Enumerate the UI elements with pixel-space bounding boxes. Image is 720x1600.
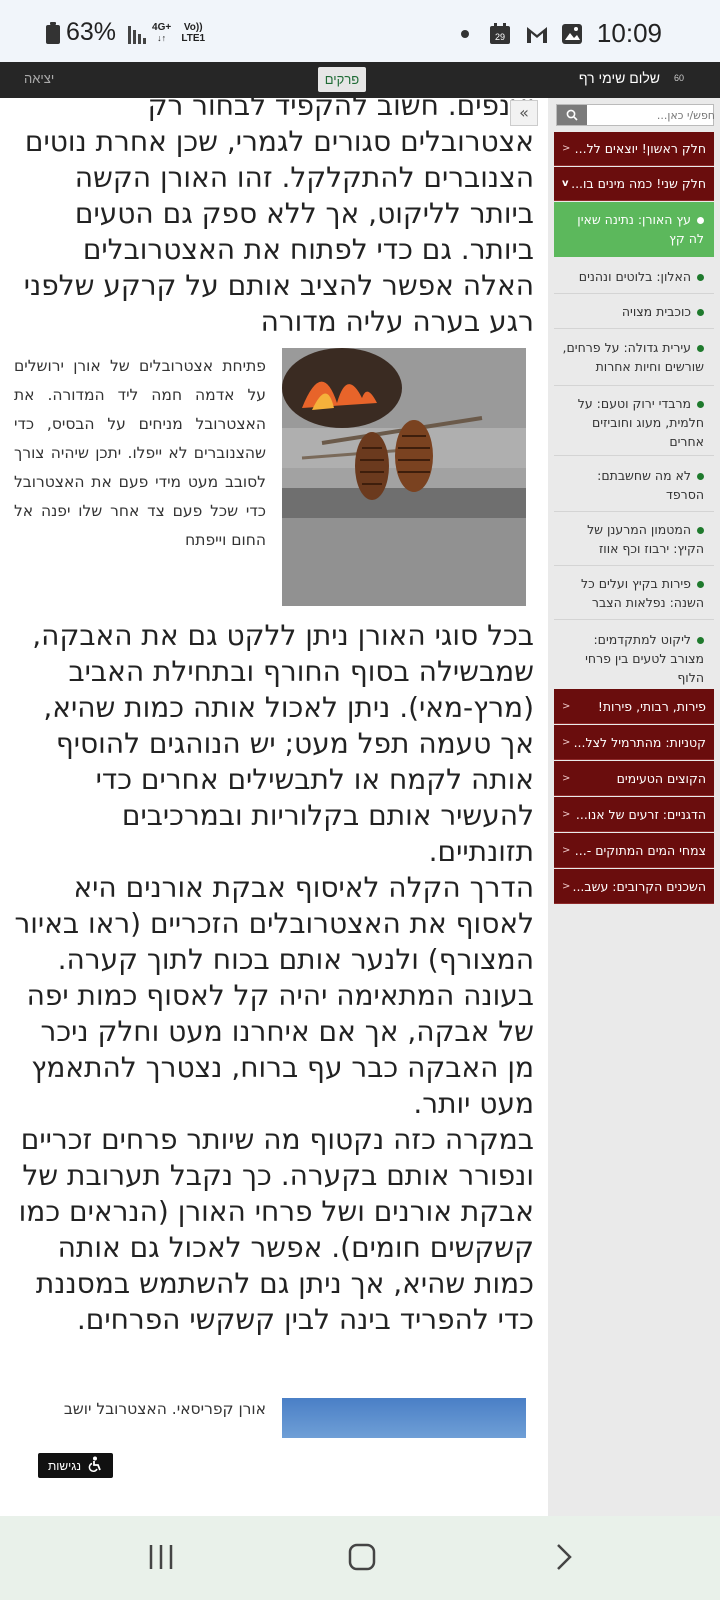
chevron-left-icon: < [562, 700, 571, 712]
sidebar-item-label: כוכבית מצויה [621, 304, 691, 319]
status-bar: 63% 4G+ ↓↑ Vo)) LTE1 29 10:09 [0, 0, 720, 62]
figure: פתיחת אצטרובלים של אורן ירושלים על אדמה … [0, 348, 548, 618]
search-icon [566, 109, 578, 121]
bullet-icon [697, 309, 704, 316]
search-box [556, 104, 719, 126]
network-type: 4G+ ↓↑ [152, 21, 172, 43]
article-paragraph: יענפים. חשוב להקפיד לבחור רק אצטרובלים ס… [23, 98, 534, 338]
sidebar-item-label: חלק ראשון! יוצאים לל... [574, 141, 706, 156]
gmail-icon [525, 23, 547, 45]
sidebar-item-active[interactable]: עץ האורן: נתינה שאין לה קץ [554, 202, 714, 257]
article-content: יענפים. חשוב להקפיד לבחור רק אצטרובלים ס… [0, 98, 548, 1516]
system-nav-bar [0, 1516, 720, 1600]
sidebar-item-label: המטמון המרענן של הקיץ: ירבוז וכף אווז [587, 522, 704, 556]
sidebar-item-label: לא מה שחשבתם: הסרפד [597, 468, 704, 502]
sidebar-item-label: צמחי המים המתוקים -... [574, 842, 706, 858]
sidebar-item-label: הקוצים הטעימים [616, 770, 706, 786]
bullet-icon [697, 274, 704, 281]
user-greeting: שלום שימי רף [578, 70, 660, 86]
article-paragraph: במקרה כזה נקטוף מה שיותר פרחים זכריים ונ… [18, 1123, 534, 1336]
sidebar-item-label: עירית גדולה: על פרחים, שורשים וחיות אחרו… [562, 340, 705, 374]
cypress-pine-image[interactable] [282, 1398, 526, 1438]
accessibility-label: נגישות [47, 1458, 82, 1473]
bullet-icon [697, 345, 704, 352]
bullet-icon [697, 217, 704, 224]
sidebar-item[interactable]: המטמון המרענן של הקיץ: ירבוז וכף אווז [554, 516, 714, 566]
sidebar-item-label: הדגניים: זרעים של אנו... [575, 806, 706, 822]
chevron-right-icon [557, 1544, 572, 1570]
notification-dot-icon [460, 29, 469, 38]
sidebar-item-label: השכנים הקרובים: עשב... [572, 878, 706, 894]
pinecones-fire-image[interactable] [282, 348, 526, 606]
figure-caption-2: אורן קפריסאי. האצטרובל יושב [63, 1400, 266, 1418]
sidebar-item[interactable]: האלון: בלוטים ונהנים [554, 260, 714, 294]
sidebar-item[interactable]: מרבדי ירוק וטעם: על חלמית, מעוג וחוביזים… [554, 390, 714, 456]
search-input[interactable] [589, 105, 719, 125]
sidebar-section[interactable]: קטניות: מהתרמיל לצל... < [554, 725, 714, 760]
svg-text:29: 29 [495, 32, 505, 42]
sidebar-item[interactable]: עירית גדולה: על פרחים, שורשים וחיות אחרו… [554, 334, 714, 386]
signal-icon [128, 22, 147, 44]
sidebar-item-label: קטניות: מהתרמיל לצל... [573, 734, 706, 750]
volte-label: Vo)) LTE1 [181, 21, 206, 44]
figure-caption: פתיחת אצטרובלים של אורן ירושלים על אדמה … [14, 357, 266, 549]
status-left: 63% 4G+ ↓↑ Vo)) LTE1 [46, 18, 209, 47]
sidebar-item-label: האלון: בלוטים ונהנים [578, 269, 691, 284]
sidebar-section[interactable]: הדגניים: זרעים של אנו... < [554, 797, 714, 832]
chevron-left-icon: < [562, 736, 571, 748]
sidebar-item-label: ליקוט למתקדמים: מצורב לטעים בין פרחי הלו… [585, 632, 704, 685]
sidebar-part-2[interactable]: חלק שני! כמה מינים בו... v [554, 167, 714, 201]
home-icon [348, 1543, 376, 1571]
home-button[interactable] [347, 1542, 377, 1576]
chevron-left-icon: < [562, 844, 571, 856]
sidebar-item-label: פירות בקיץ ועלים כל השנה: נפלאות הצבר [581, 576, 704, 610]
recent-apps-button[interactable] [146, 1542, 176, 1576]
chapters-button[interactable]: פרקים [318, 67, 366, 92]
logout-link[interactable]: יציאה [24, 71, 54, 86]
back-button[interactable] [550, 1542, 580, 1576]
top-nav: יציאה פרקים שלום שימי רף 60 [0, 62, 720, 98]
sidebar-section[interactable]: הקוצים הטעימים < [554, 761, 714, 796]
sidebar-item-label: עץ האורן: נתינה שאין לה קץ [577, 212, 704, 246]
sidebar-item[interactable]: פירות בקיץ ועלים כל השנה: נפלאות הצבר [554, 570, 714, 620]
status-right: 29 10:09 [460, 18, 662, 49]
search-button[interactable] [557, 105, 587, 125]
sidebar-item[interactable]: לא מה שחשבתם: הסרפד [554, 462, 714, 512]
bullet-icon [697, 401, 704, 408]
sidebar-item[interactable]: ליקוט למתקדמים: מצורב לטעים בין פרחי הלו… [554, 626, 714, 685]
clock: 10:09 [596, 18, 662, 48]
article-paragraph: בכל סוגי האורן ניתן ללקט גם את האבקה, שמ… [32, 619, 534, 868]
sidebar-section[interactable]: צמחי המים המתוקים -... < [554, 833, 714, 868]
article-paragraph: הדרך הקלה לאיסוף אבקת אורנים היא לאסוף א… [14, 871, 535, 1120]
chevron-down-icon: v [562, 178, 569, 189]
calendar-icon: 29 [489, 22, 511, 45]
battery-level: 63% [66, 18, 117, 46]
wheelchair-icon [87, 1456, 103, 1475]
collapse-sidebar-button[interactable]: « [510, 100, 538, 126]
bullet-icon [697, 527, 704, 534]
chevron-left-icon: < [562, 880, 571, 892]
chevron-left-icon: < [562, 143, 571, 154]
bullet-icon [697, 581, 704, 588]
battery-icon [46, 21, 60, 44]
sidebar-item-label: פירות, רבותי, פירות! [597, 698, 706, 714]
sidebar-item-label: חלק שני! כמה מינים בו... [571, 176, 706, 191]
chevron-left-icon: < [562, 808, 571, 820]
network-4g: 4G+ [152, 21, 172, 33]
accessibility-button[interactable]: נגישות [38, 1453, 113, 1478]
chapters-sidebar: חלק ראשון! יוצאים לל... < חלק שני! כמה מ… [548, 98, 720, 1516]
user-badge: 60 [673, 73, 684, 83]
sidebar-item[interactable]: כוכבית מצויה [554, 295, 714, 329]
bullet-icon [697, 637, 704, 644]
gallery-icon [561, 23, 583, 45]
recents-icon [149, 1545, 173, 1569]
sidebar-section[interactable]: השכנים הקרובים: עשב... < [554, 869, 714, 904]
sidebar-part-1[interactable]: חלק ראשון! יוצאים לל... < [554, 132, 714, 166]
bullet-icon [697, 473, 704, 480]
chevron-left-icon: < [562, 772, 571, 784]
sidebar-section[interactable]: פירות, רבותי, פירות! < [554, 689, 714, 724]
sidebar-item-label: מרבדי ירוק וטעם: על חלמית, מעוג וחוביזים… [577, 396, 704, 449]
